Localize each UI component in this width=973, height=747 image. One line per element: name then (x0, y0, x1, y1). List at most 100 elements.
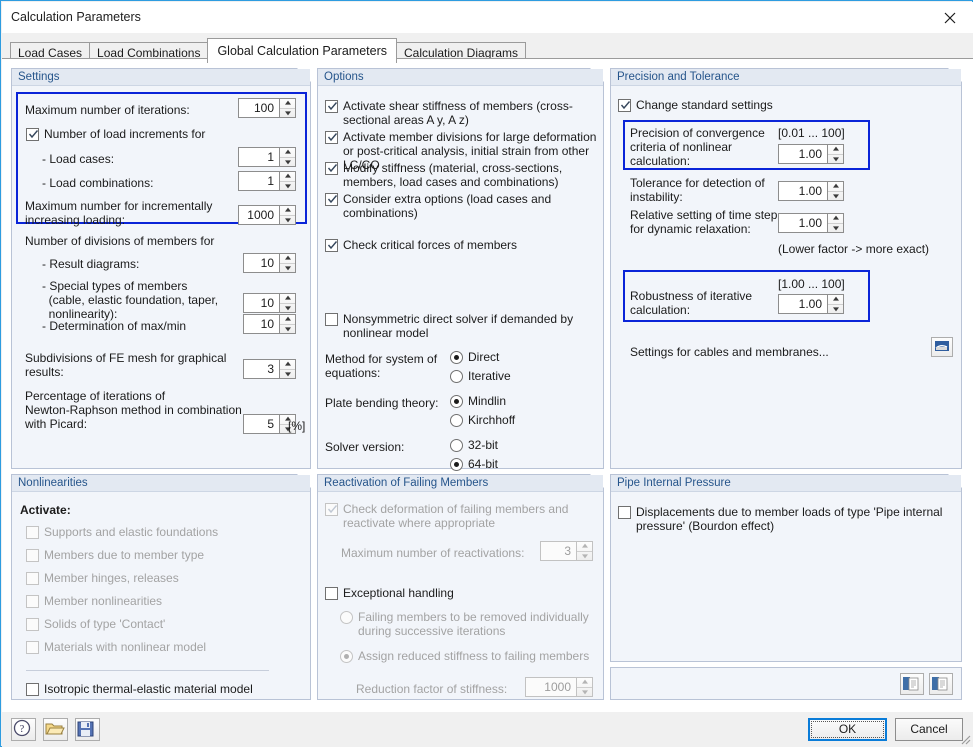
option-extra-options-checkbox[interactable] (325, 193, 338, 206)
spin-down-icon[interactable] (828, 155, 843, 164)
change-standard-settings-checkbox[interactable] (618, 99, 631, 112)
spin-down-icon[interactable] (828, 305, 843, 314)
ok-button[interactable]: OK (808, 718, 887, 741)
reduction-factor-stepper[interactable]: 1000 (525, 677, 593, 697)
instability-spin-buttons[interactable] (828, 181, 844, 201)
fe-mesh-input[interactable]: 3 (243, 359, 280, 379)
spin-up-icon[interactable] (280, 99, 295, 109)
load-combinations-spin-buttons[interactable] (280, 171, 296, 191)
spin-up-icon[interactable] (280, 360, 295, 370)
reduction-factor-input[interactable]: 1000 (525, 677, 577, 697)
special-types-stepper[interactable]: 10 (243, 293, 296, 313)
special-types-input[interactable]: 10 (243, 293, 280, 313)
method-iterative-radio[interactable] (450, 370, 463, 383)
load-cases-stepper[interactable]: 1 (238, 147, 296, 167)
save-disk-icon[interactable] (75, 718, 100, 741)
spin-up-icon[interactable] (577, 678, 592, 688)
spin-down-icon[interactable] (280, 109, 295, 118)
spin-up-icon[interactable] (280, 172, 295, 182)
option-shear-stiffness-checkbox[interactable] (325, 100, 338, 113)
nl-supports-checkbox[interactable] (26, 526, 39, 539)
max-incremental-input[interactable]: 1000 (238, 205, 280, 225)
solver-64bit-radio[interactable] (450, 458, 463, 471)
instability-input[interactable]: 1.00 (778, 181, 828, 201)
maxmin-input[interactable]: 10 (243, 314, 280, 334)
spin-down-icon[interactable] (828, 192, 843, 201)
robustness-stepper[interactable]: 1.00 (778, 294, 844, 314)
result-diagrams-input[interactable]: 10 (243, 253, 280, 273)
spin-up-icon[interactable] (280, 294, 295, 304)
open-folder-icon[interactable] (43, 718, 68, 741)
load-combinations-input[interactable]: 1 (238, 171, 280, 191)
convergence-stepper[interactable]: 1.00 (778, 144, 844, 164)
option-nonsymmetric-solver-checkbox[interactable] (325, 313, 338, 326)
load-cases-spin-buttons[interactable] (280, 147, 296, 167)
max-reactivations-spin-buttons[interactable] (577, 541, 593, 561)
max-iterations-stepper[interactable]: 100 (238, 98, 296, 118)
cancel-button[interactable]: Cancel (895, 718, 963, 741)
solver-32bit-radio[interactable] (450, 439, 463, 452)
copy-to-icon[interactable] (900, 673, 924, 695)
plate-kirchhoff-radio[interactable] (450, 414, 463, 427)
spin-up-icon[interactable] (280, 254, 295, 264)
picard-input[interactable]: 5 (243, 414, 280, 434)
convergence-input[interactable]: 1.00 (778, 144, 828, 164)
help-icon[interactable]: ? (11, 718, 36, 741)
load-cases-input[interactable]: 1 (238, 147, 280, 167)
nl-solids-contact-checkbox[interactable] (26, 618, 39, 631)
tab-global-calculation-parameters[interactable]: Global Calculation Parameters (207, 38, 397, 63)
instability-stepper[interactable]: 1.00 (778, 181, 844, 201)
nl-thermal-elastic-checkbox[interactable] (26, 683, 39, 696)
spin-up-icon[interactable] (828, 214, 843, 224)
spin-up-icon[interactable] (828, 295, 843, 305)
spin-down-icon[interactable] (280, 158, 295, 167)
spin-down-icon[interactable] (280, 370, 295, 379)
assign-reduced-stiffness-radio[interactable] (340, 650, 353, 663)
spin-up-icon[interactable] (828, 182, 843, 192)
method-direct-radio[interactable] (450, 351, 463, 364)
exceptional-handling-checkbox[interactable] (325, 587, 338, 600)
option-modify-stiffness-checkbox[interactable] (325, 162, 338, 175)
spin-up-icon[interactable] (280, 148, 295, 158)
reduction-factor-spin-buttons[interactable] (577, 677, 593, 697)
option-member-divisions-checkbox[interactable] (325, 131, 338, 144)
nl-materials-checkbox[interactable] (26, 641, 39, 654)
timestep-input[interactable]: 1.00 (778, 213, 828, 233)
spin-down-icon[interactable] (577, 688, 592, 697)
max-incremental-stepper[interactable]: 1000 (238, 205, 296, 225)
spin-down-icon[interactable] (828, 224, 843, 233)
close-icon[interactable] (928, 2, 973, 32)
max-incremental-spin-buttons[interactable] (280, 205, 296, 225)
spin-up-icon[interactable] (280, 315, 295, 325)
spin-up-icon[interactable] (828, 145, 843, 155)
special-types-spin-buttons[interactable] (280, 293, 296, 313)
spin-up-icon[interactable] (577, 542, 592, 552)
max-reactivations-input[interactable]: 3 (540, 541, 577, 561)
spin-down-icon[interactable] (280, 216, 295, 225)
fe-mesh-stepper[interactable]: 3 (243, 359, 296, 379)
max-reactivations-stepper[interactable]: 3 (540, 541, 593, 561)
nl-member-type-checkbox[interactable] (26, 549, 39, 562)
nl-hinges-checkbox[interactable] (26, 572, 39, 585)
spin-down-icon[interactable] (280, 304, 295, 313)
maxmin-stepper[interactable]: 10 (243, 314, 296, 334)
option-critical-forces-checkbox[interactable] (325, 239, 338, 252)
plate-mindlin-radio[interactable] (450, 395, 463, 408)
robustness-input[interactable]: 1.00 (778, 294, 828, 314)
load-increments-checkbox[interactable] (26, 128, 39, 141)
copy-from-icon[interactable] (929, 673, 953, 695)
spin-down-icon[interactable] (577, 552, 592, 561)
load-combinations-stepper[interactable]: 1 (238, 171, 296, 191)
resize-grip-icon[interactable] (958, 732, 971, 745)
spin-down-icon[interactable] (280, 182, 295, 191)
result-diagrams-spin-buttons[interactable] (280, 253, 296, 273)
timestep-stepper[interactable]: 1.00 (778, 213, 844, 233)
maxmin-spin-buttons[interactable] (280, 314, 296, 334)
timestep-spin-buttons[interactable] (828, 213, 844, 233)
remove-individually-radio[interactable] (340, 611, 353, 624)
convergence-spin-buttons[interactable] (828, 144, 844, 164)
pipe-displacements-checkbox[interactable] (618, 506, 631, 519)
cable-settings-icon[interactable] (931, 337, 953, 357)
fe-mesh-spin-buttons[interactable] (280, 359, 296, 379)
max-iterations-input[interactable]: 100 (238, 98, 280, 118)
